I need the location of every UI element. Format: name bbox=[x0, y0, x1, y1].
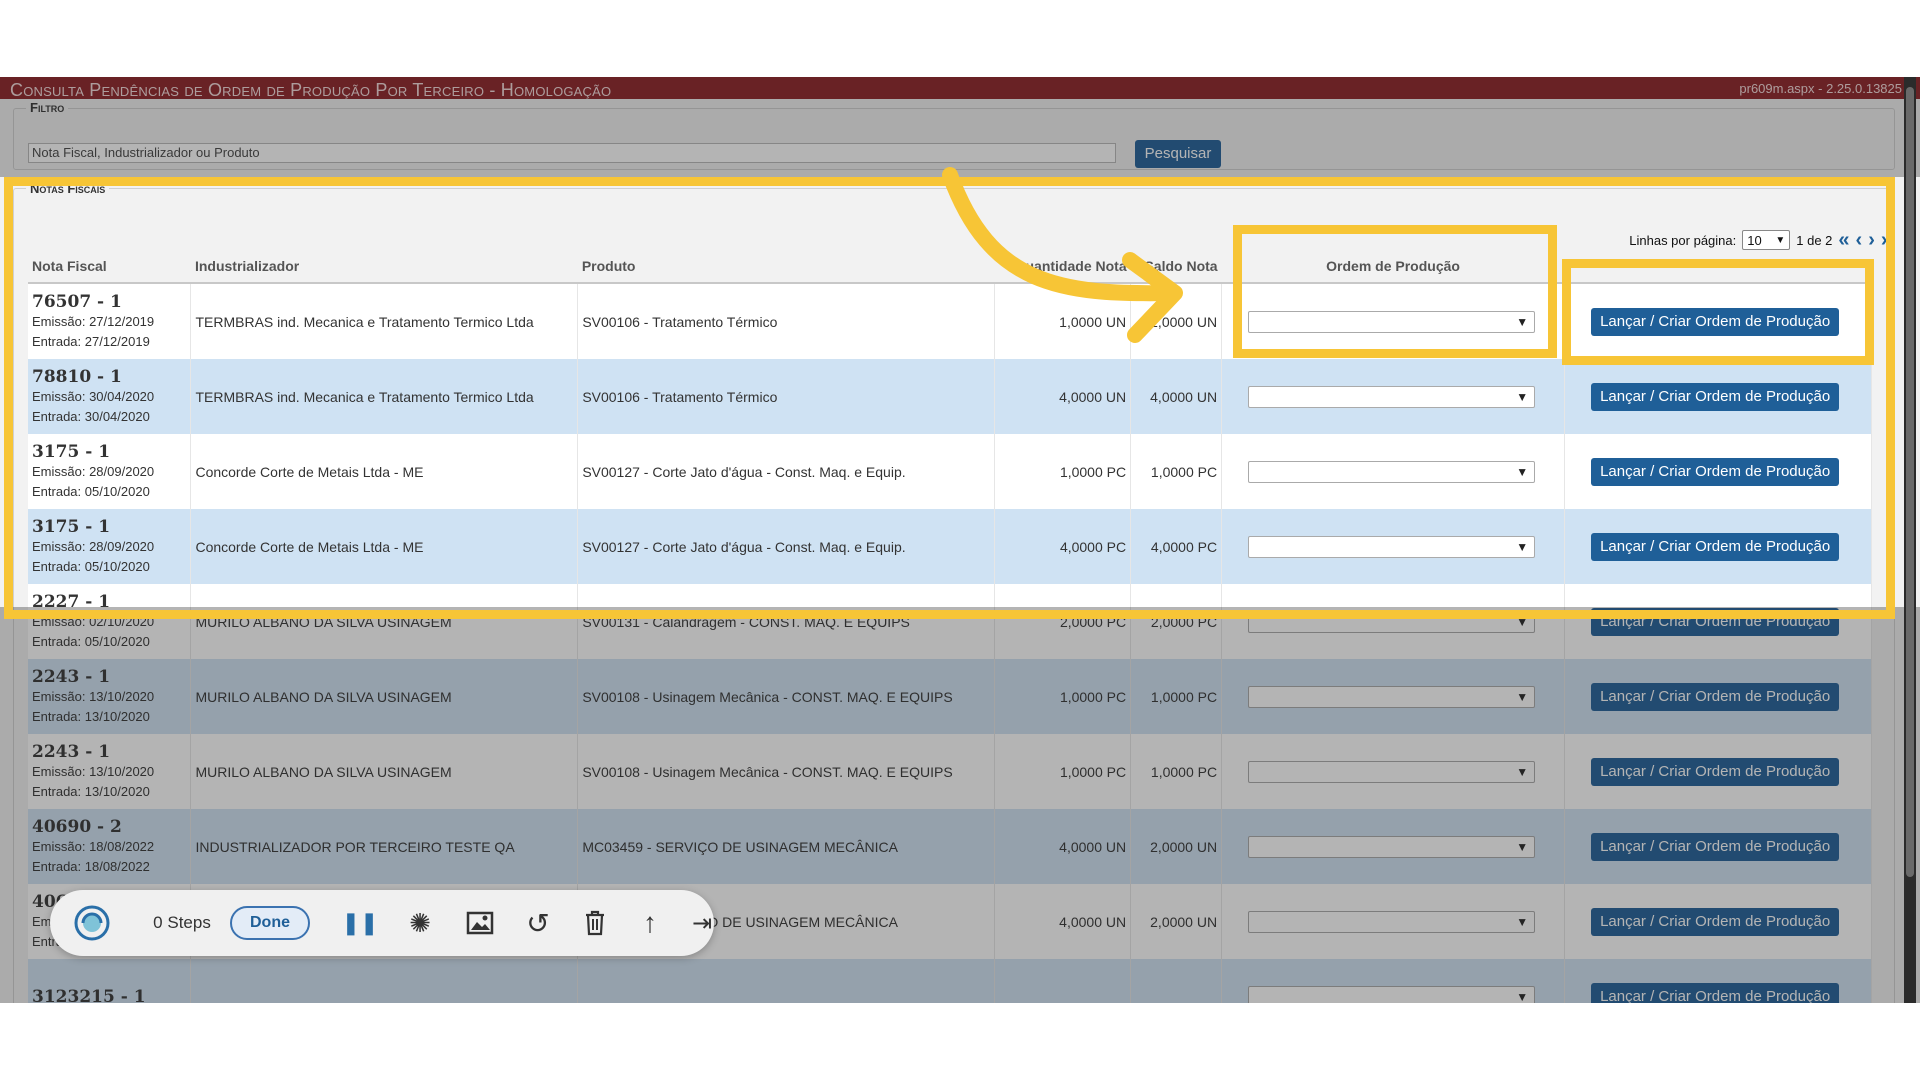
chevron-down-icon: ▼ bbox=[1516, 764, 1529, 779]
nota-number: 2243 - 1 bbox=[32, 741, 111, 762]
recorder-logo-icon bbox=[70, 890, 114, 956]
chevron-down-icon: ▼ bbox=[1516, 689, 1529, 704]
cell-industrializador bbox=[190, 959, 579, 1003]
highlight-ordem-producao bbox=[1233, 225, 1557, 358]
cell-saldo: 2,0000 UN bbox=[1130, 884, 1223, 959]
lancar-criar-button[interactable]: Lançar / Criar Ordem de Produção bbox=[1591, 982, 1840, 1003]
version-label: pr609m.aspx - 2.25.0.13825 bbox=[1739, 81, 1902, 96]
entrada-date: Entrada: 13/10/2020 bbox=[32, 708, 150, 724]
lancar-criar-button[interactable]: Lançar / Criar Ordem de Produção bbox=[1591, 682, 1840, 711]
cell-saldo bbox=[1130, 959, 1223, 1003]
table-row: 2243 - 1 Emissão: 13/10/2020 Entrada: 13/1… bbox=[28, 734, 1872, 809]
scrollbar[interactable] bbox=[1904, 77, 1916, 1003]
cell-quantidade bbox=[994, 959, 1132, 1003]
done-button-wrap: Done bbox=[210, 890, 330, 956]
ordem-producao-select[interactable]: ▼ bbox=[1248, 910, 1536, 933]
blur-icon[interactable]: ✺ bbox=[400, 890, 440, 956]
cell-acao: Lançar / Criar Ordem de Produção bbox=[1564, 734, 1872, 809]
cell-ordem-producao: ▼ bbox=[1221, 884, 1566, 959]
chevron-down-icon: ▼ bbox=[1516, 839, 1529, 854]
upload-icon[interactable]: ↑ bbox=[630, 890, 670, 956]
cell-produto: SV00108 - Usinagem Mecânica - CONST. MAQ… bbox=[577, 659, 996, 734]
trash-icon[interactable] bbox=[575, 890, 615, 956]
cell-acao: Lançar / Criar Ordem de Produção bbox=[1564, 959, 1872, 1003]
cell-quantidade: 4,0000 UN bbox=[994, 884, 1132, 959]
emissao-date: Emissão: 13/10/2020 bbox=[32, 688, 155, 704]
table-row: 3123215 - 1 ▼ Lançar / Criar Ordem de Prod… bbox=[28, 959, 1872, 1003]
highlight-lancar-button bbox=[1562, 259, 1874, 365]
cell-saldo: 1,0000 PC bbox=[1130, 659, 1223, 734]
ordem-producao-select[interactable]: ▼ bbox=[1248, 760, 1536, 783]
entrada-date: Entrada: 05/10/2020 bbox=[32, 633, 150, 649]
search-input[interactable]: Nota Fiscal, Industrializador ou Produto bbox=[28, 143, 1116, 163]
emissao-date: Emissão: 18/08/2022 bbox=[32, 838, 155, 854]
cell-nota-fiscal: 2243 - 1 Emissão: 13/10/2020 Entrada: 13/1… bbox=[28, 734, 192, 809]
cell-saldo: 2,0000 UN bbox=[1130, 809, 1223, 884]
title-bar: Consulta Pendências de Ordem de Produção… bbox=[0, 77, 1920, 100]
cell-produto bbox=[577, 959, 996, 1003]
done-button[interactable]: Done bbox=[230, 906, 310, 940]
scrollbar-thumb[interactable] bbox=[1906, 87, 1914, 877]
chevron-down-icon: ▼ bbox=[1516, 914, 1529, 929]
pause-icon[interactable]: ❚❚ bbox=[340, 890, 380, 956]
cell-industrializador: MURILO ALBANO DA SILVA USINAGEM bbox=[190, 659, 579, 734]
cell-industrializador: MURILO ALBANO DA SILVA USINAGEM bbox=[190, 734, 579, 809]
cell-ordem-producao: ▼ bbox=[1221, 659, 1566, 734]
cell-ordem-producao: ▼ bbox=[1221, 734, 1566, 809]
arrow-annotation-icon bbox=[942, 167, 1183, 343]
page-title: Consulta Pendências de Ordem de Produção… bbox=[10, 80, 612, 100]
cell-quantidade: 1,0000 PC bbox=[994, 659, 1132, 734]
lancar-criar-button[interactable]: Lançar / Criar Ordem de Produção bbox=[1591, 757, 1840, 786]
search-button[interactable]: Pesquisar bbox=[1135, 140, 1221, 168]
lancar-criar-button[interactable]: Lançar / Criar Ordem de Produção bbox=[1591, 832, 1840, 861]
cell-produto: MC03459 - SERVIÇO DE USINAGEM MECÂNICA bbox=[577, 809, 996, 884]
nota-number: 40690 - 2 bbox=[32, 816, 122, 837]
nota-number: 3123215 - 1 bbox=[32, 986, 146, 1004]
undo-icon[interactable]: ↺ bbox=[518, 890, 558, 956]
ordem-producao-select[interactable]: ▼ bbox=[1248, 685, 1536, 708]
emissao-date: Emissão: 13/10/2020 bbox=[32, 763, 155, 779]
cell-quantidade: 1,0000 PC bbox=[994, 734, 1132, 809]
filter-legend: Filtro bbox=[26, 100, 69, 115]
cell-acao: Lançar / Criar Ordem de Produção bbox=[1564, 809, 1872, 884]
cell-acao: Lançar / Criar Ordem de Produção bbox=[1564, 659, 1872, 734]
skip-end-icon[interactable]: ⇥ bbox=[682, 890, 722, 956]
lancar-criar-button[interactable]: Lançar / Criar Ordem de Produção bbox=[1591, 907, 1840, 936]
entrada-date: Entrada: 18/08/2022 bbox=[32, 858, 150, 874]
ordem-producao-select[interactable]: ▼ bbox=[1248, 835, 1536, 858]
cell-nota-fiscal: 3123215 - 1 bbox=[28, 959, 192, 1004]
image-icon[interactable] bbox=[458, 890, 502, 956]
cell-nota-fiscal: 40690 - 2Emissão: 18/08/2022 Entrada: 18/… bbox=[28, 809, 192, 884]
cell-saldo: 1,0000 PC bbox=[1130, 734, 1223, 809]
nota-number: 2243 - 1 bbox=[32, 666, 111, 687]
cell-produto: SV00108 - Usinagem Mecânica - CONST. MAQ… bbox=[577, 734, 996, 809]
recorder-toolbar: 0 Steps Done ❚❚ ✺ ↺ ↑ ⇥ bbox=[50, 890, 714, 956]
ordem-producao-select[interactable]: ▼ bbox=[1248, 985, 1536, 1004]
cell-quantidade: 4,0000 UN bbox=[994, 809, 1132, 884]
chevron-down-icon: ▼ bbox=[1516, 989, 1529, 1004]
cell-ordem-producao: ▼ bbox=[1221, 959, 1566, 1004]
cell-ordem-producao: ▼ bbox=[1221, 809, 1566, 884]
filter-fieldset: Filtro Nota Fiscal, Industrializador ou … bbox=[13, 100, 1895, 170]
cell-acao: Lançar / Criar Ordem de Produção bbox=[1564, 884, 1872, 959]
table-row: 40690 - 2Emissão: 18/08/2022 Entrada: 18/… bbox=[28, 809, 1872, 884]
cell-industrializador: INDUSTRIALIZADOR POR TERCEIRO TESTE QA bbox=[190, 809, 579, 884]
table-row: 2243 - 1 Emissão: 13/10/2020 Entrada: 13/1… bbox=[28, 659, 1872, 734]
cell-nota-fiscal: 2243 - 1 Emissão: 13/10/2020 Entrada: 13/1… bbox=[28, 659, 192, 734]
entrada-date: Entrada: 13/10/2020 bbox=[32, 783, 150, 799]
